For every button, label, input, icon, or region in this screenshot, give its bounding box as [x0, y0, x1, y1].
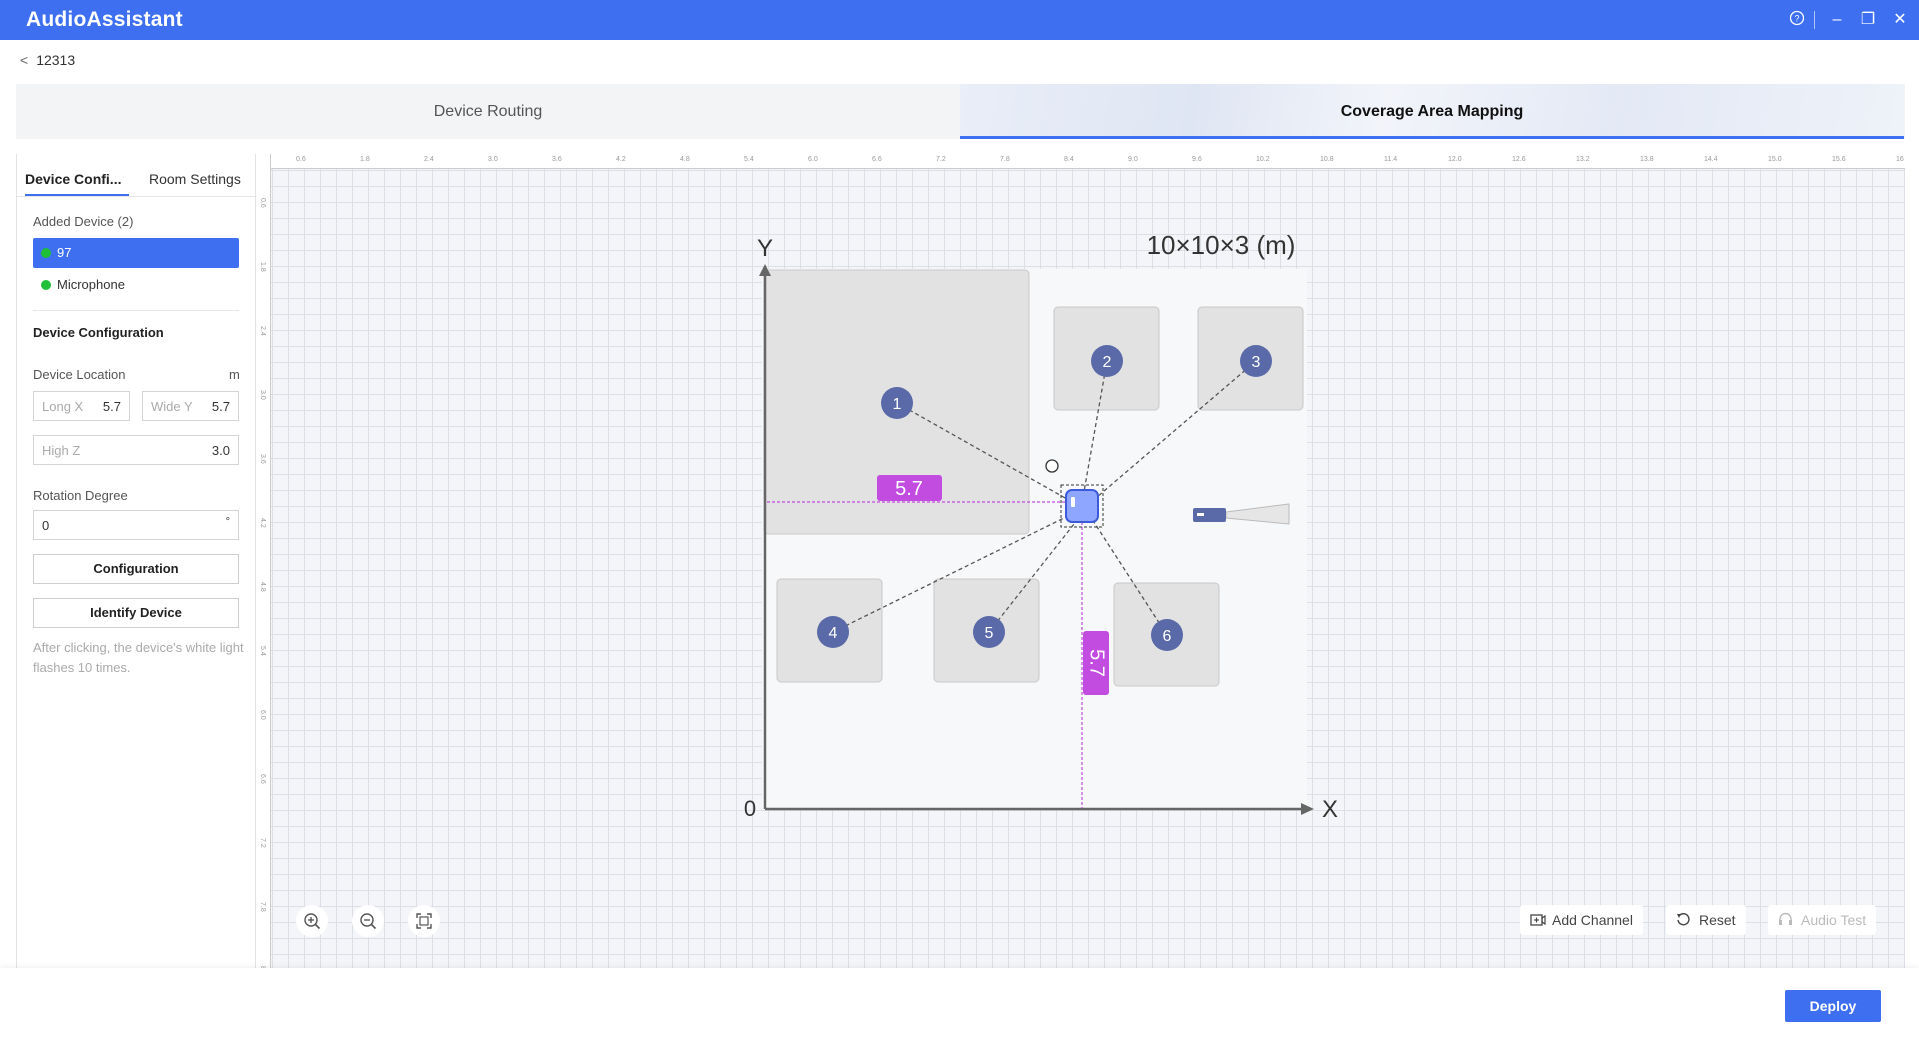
added-device-label: Added Device (2): [33, 214, 134, 229]
high-z-placeholder: High Z: [42, 443, 81, 458]
svg-text:2: 2: [1103, 354, 1112, 371]
rotate-handle-icon[interactable]: [1045, 459, 1059, 473]
wide-y-placeholder: Wide Y: [151, 399, 193, 414]
ceiling-mic-device-icon[interactable]: [1065, 489, 1099, 523]
zone-marker-6[interactable]: 6: [1151, 619, 1183, 651]
zone-marker-4[interactable]: 4: [817, 616, 849, 648]
add-channel-icon: [1530, 914, 1546, 926]
rotation-value: 0: [42, 518, 50, 533]
add-channel-button[interactable]: Add Channel: [1520, 905, 1643, 935]
tab-device-config[interactable]: Device Confi...: [25, 164, 129, 196]
device-name: 97: [57, 245, 72, 260]
device-led: [1071, 497, 1075, 507]
main-tabs: Device Routing Coverage Area Mapping: [16, 84, 1905, 139]
svg-text:1: 1: [893, 396, 902, 413]
zoom-in-icon[interactable]: [296, 905, 328, 937]
zone-marker-2[interactable]: 2: [1091, 345, 1123, 377]
reset-button[interactable]: Reset: [1666, 905, 1746, 935]
svg-text:5: 5: [985, 625, 994, 642]
degree-unit: °: [225, 516, 230, 528]
zoom-out-icon[interactable]: [352, 905, 384, 937]
audio-test-button[interactable]: Audio Test: [1768, 905, 1877, 935]
reset-label: Reset: [1699, 912, 1736, 928]
app-title: AudioAssistant: [26, 8, 183, 31]
close-icon[interactable]: ✕: [1889, 10, 1911, 30]
zone-marker-3[interactable]: 3: [1240, 345, 1272, 377]
device-item-microphone[interactable]: Microphone: [33, 270, 239, 300]
svg-text:3: 3: [1252, 354, 1261, 371]
x-axis-label: X: [1322, 796, 1338, 823]
device-configuration-title: Device Configuration: [33, 325, 164, 340]
tab-coverage-area-mapping[interactable]: Coverage Area Mapping: [960, 84, 1904, 139]
footer-bar: [0, 968, 1919, 1039]
status-online-icon: [41, 280, 51, 290]
deploy-button[interactable]: Deploy: [1785, 990, 1881, 1022]
status-online-icon: [41, 248, 51, 258]
wide-y-field[interactable]: Wide Y 5.7: [142, 391, 239, 421]
rotation-degree-label: Rotation Degree: [33, 488, 128, 503]
reset-icon: [1677, 913, 1690, 926]
divider: [33, 310, 239, 311]
x-axis-arrow: [1301, 803, 1314, 815]
chevron-left-icon[interactable]: <: [20, 52, 28, 68]
tab-room-settings[interactable]: Room Settings: [149, 164, 241, 194]
origin-label: 0: [744, 796, 756, 821]
help-icon[interactable]: ?: [1786, 10, 1808, 32]
device-item-97[interactable]: 97: [33, 238, 239, 268]
long-x-placeholder: Long X: [42, 399, 84, 414]
configuration-button[interactable]: Configuration: [33, 554, 239, 584]
room-dimensions: 10×10×3 (m): [1147, 230, 1296, 260]
high-z-value: 3.0: [211, 443, 230, 458]
restore-icon[interactable]: ❐: [1857, 10, 1879, 30]
minimize-icon[interactable]: –: [1826, 10, 1848, 30]
location-unit: m: [229, 367, 240, 382]
wide-y-value: 5.7: [211, 399, 230, 414]
breadcrumb-label: 12313: [36, 52, 76, 68]
audio-test-label: Audio Test: [1801, 912, 1867, 928]
svg-text:6: 6: [1163, 628, 1172, 645]
left-panel: Device Confi... Room Settings Added Devi…: [16, 154, 256, 968]
title-bar: AudioAssistant ? – ❐ ✕: [0, 0, 1919, 40]
x-measure-value: 5.7: [895, 478, 923, 500]
long-x-value: 5.7: [102, 399, 121, 414]
add-channel-label: Add Channel: [1552, 912, 1633, 928]
breadcrumb[interactable]: <12313: [20, 52, 75, 68]
svg-text:4: 4: [829, 625, 838, 642]
tab-divider: [17, 196, 255, 197]
device-name: Microphone: [57, 277, 125, 292]
y-axis-label: Y: [757, 235, 773, 262]
svg-text:?: ?: [1794, 14, 1799, 24]
high-z-field[interactable]: High Z 3.0: [33, 435, 239, 465]
headset-icon: [1779, 912, 1792, 925]
fit-screen-icon[interactable]: [408, 905, 440, 937]
coverage-canvas[interactable]: 0.6 1.8 2.4 3.0 3.6 4.2 4.8 5.4 6.0 6.6 7.2 7.8 8.4 9…: [256, 154, 1905, 968]
room-map[interactable]: Y X 0 10×10×3 (m) 5.7 5.7 1 2 3 4 5 6: [256, 154, 1905, 968]
zone-marker-5[interactable]: 5: [973, 616, 1005, 648]
title-separator: [1814, 11, 1815, 29]
long-x-field[interactable]: Long X 5.7: [33, 391, 130, 421]
zone-marker-1[interactable]: 1: [881, 387, 913, 419]
identify-device-button[interactable]: Identify Device: [33, 598, 239, 628]
device-location-label: Device Location: [33, 367, 126, 382]
tab-device-routing[interactable]: Device Routing: [16, 84, 960, 139]
rotation-degree-input[interactable]: 0 °: [33, 510, 239, 540]
y-measure-value: 5.7: [1086, 649, 1108, 677]
identify-note: After clicking, the device's white light…: [33, 640, 244, 675]
